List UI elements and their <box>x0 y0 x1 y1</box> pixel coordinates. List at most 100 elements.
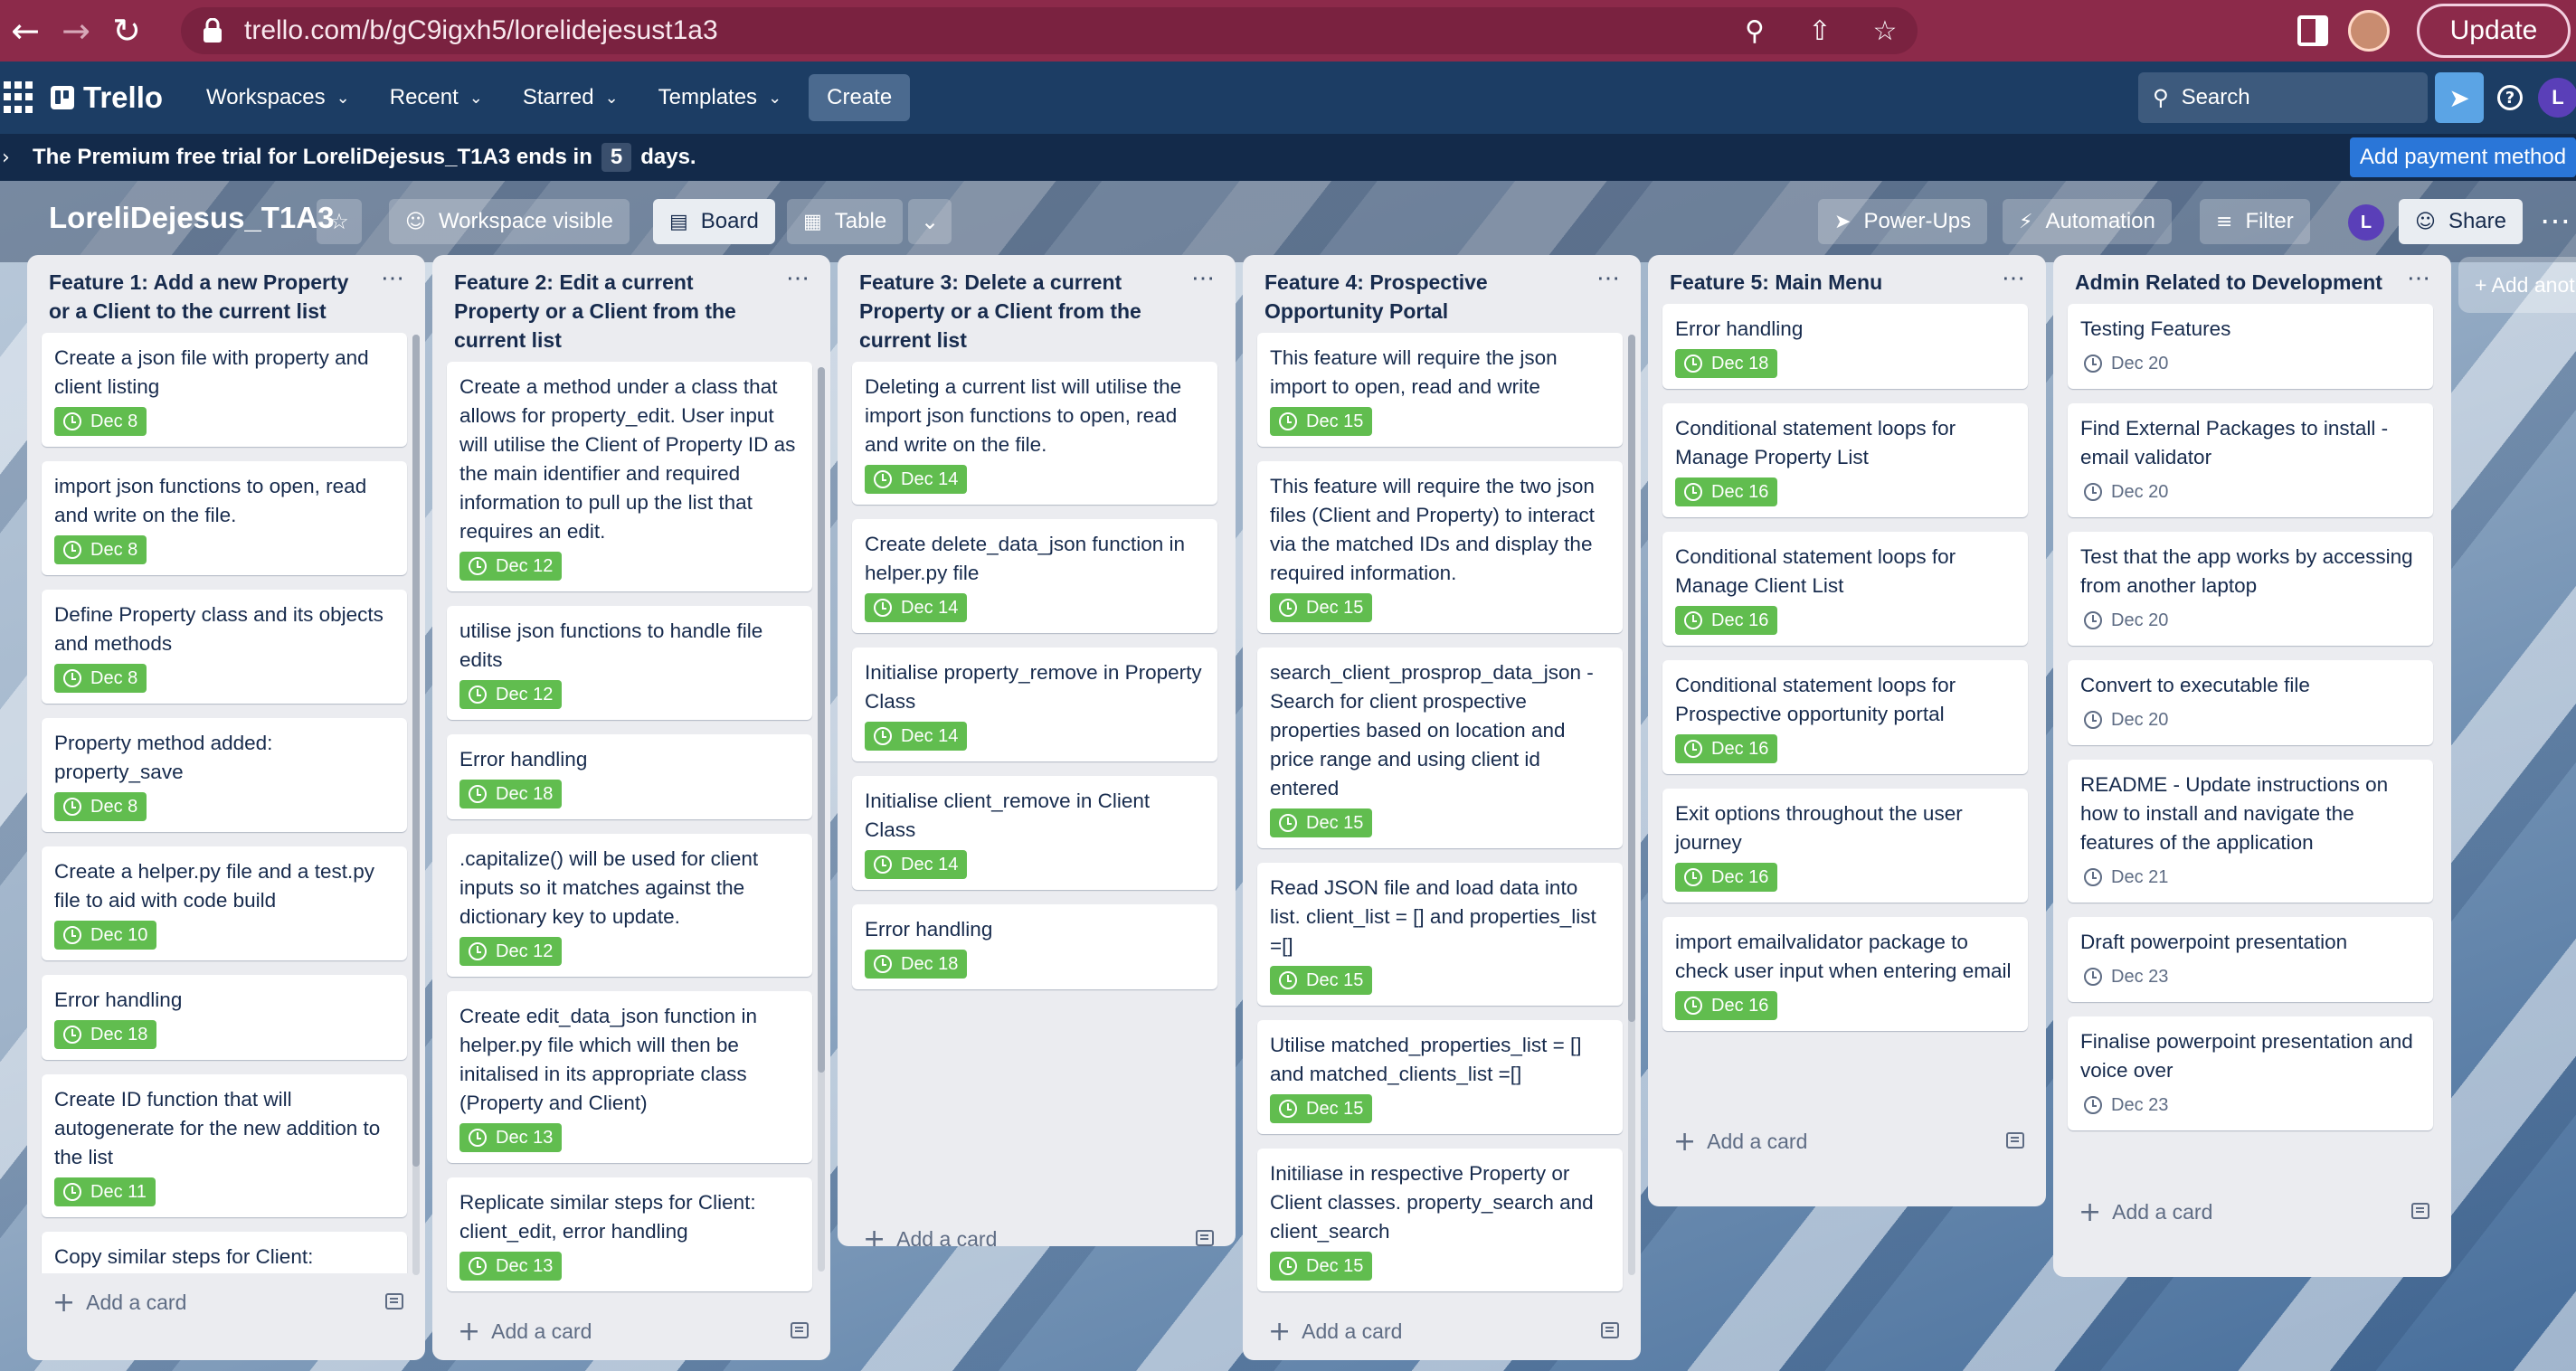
due-date-badge[interactable]: Dec 8 <box>54 792 147 821</box>
card[interactable]: utilise json functions to handle file ed… <box>447 606 812 720</box>
due-date-badge[interactable]: Dec 16 <box>1675 606 1778 635</box>
card[interactable]: Conditional statement loops for Manage P… <box>1662 403 2028 517</box>
card[interactable]: Create delete_data_json function in help… <box>852 519 1217 633</box>
menu-starred[interactable]: Starred ⌄ <box>503 74 639 121</box>
card[interactable]: Define Property class and its objects an… <box>42 590 407 704</box>
list-scrollbar[interactable] <box>1628 335 1635 1275</box>
due-date-badge[interactable]: Dec 16 <box>1675 863 1778 892</box>
board-title[interactable]: LoreliDejesus_T1A3 <box>49 201 334 235</box>
due-date-badge[interactable]: Dec 12 <box>459 680 563 709</box>
add-card-button[interactable]: + Add a card <box>2053 1183 2451 1241</box>
list-title[interactable]: Admin Related to Development <box>2075 268 2393 297</box>
browser-update-button[interactable]: Update <box>2417 4 2571 58</box>
list-title[interactable]: Feature 5: Main Menu <box>1670 268 1988 297</box>
card[interactable]: search_client_prosprop_data_json - Searc… <box>1257 648 1623 848</box>
card[interactable]: Create a helper.py file and a test.py fi… <box>42 846 407 960</box>
card[interactable]: Copy similar steps for Client: client_sa… <box>42 1232 407 1273</box>
due-date-badge[interactable]: Dec 8 <box>54 664 147 693</box>
card[interactable]: README - Update instructions on how to i… <box>2068 760 2433 903</box>
due-date-badge[interactable]: Dec 20 <box>2080 705 2177 734</box>
due-date-badge[interactable]: Dec 15 <box>1270 1252 1373 1281</box>
card[interactable]: Error handling Dec 18 <box>852 904 1217 989</box>
due-date-badge[interactable]: Dec 18 <box>459 780 563 808</box>
sidebar-toggle-icon[interactable] <box>2297 15 2328 46</box>
due-date-badge[interactable]: Dec 15 <box>1270 407 1373 436</box>
card-template-icon[interactable] <box>1196 1230 1214 1246</box>
menu-recent[interactable]: Recent ⌄ <box>370 74 503 121</box>
card[interactable]: Initiliase in respective Property or Cli… <box>1257 1149 1623 1291</box>
list-menu-icon[interactable]: ⋯ <box>786 264 810 292</box>
list-title[interactable]: Feature 4: Prospective Opportunity Porta… <box>1264 268 1583 326</box>
due-date-badge[interactable]: Dec 16 <box>1675 477 1778 506</box>
add-card-button[interactable]: + Add a card <box>838 1210 1236 1246</box>
forward-icon[interactable]: → <box>51 0 101 61</box>
add-card-button[interactable]: + Add a card <box>27 1273 425 1331</box>
due-date-badge[interactable]: Dec 15 <box>1270 1094 1373 1123</box>
search-input[interactable]: ⚲ Search <box>2138 72 2428 123</box>
card[interactable]: Create a method under a class that allow… <box>447 362 812 591</box>
share-page-icon[interactable]: ⇧ <box>1787 15 1852 47</box>
card[interactable]: Create a json file with property and cli… <box>42 333 407 447</box>
card[interactable]: Deleting a current list will utilise the… <box>852 362 1217 505</box>
address-bar[interactable]: trello.com/b/gC9igxh5/lorelidejesust1a3 … <box>181 7 1918 54</box>
due-date-badge[interactable]: Dec 18 <box>865 950 968 979</box>
card-template-icon[interactable] <box>385 1293 403 1310</box>
card[interactable]: Draft powerpoint presentation Dec 23 <box>2068 917 2433 1002</box>
due-date-badge[interactable]: Dec 20 <box>2080 477 2177 506</box>
board-member-avatar[interactable]: L <box>2348 204 2384 241</box>
list-scrollbar-thumb[interactable] <box>412 335 420 1167</box>
card-template-icon[interactable] <box>2006 1132 2024 1149</box>
back-icon[interactable]: ← <box>0 0 51 61</box>
card[interactable]: Initialise property_remove in Property C… <box>852 648 1217 761</box>
due-date-badge[interactable]: Dec 15 <box>1270 593 1373 622</box>
create-button[interactable]: Create <box>809 74 911 121</box>
account-avatar[interactable]: L <box>2538 78 2576 118</box>
list-scrollbar-thumb[interactable] <box>1628 335 1635 1022</box>
add-list-button[interactable]: + Add another list <box>2458 257 2576 313</box>
due-date-badge[interactable]: Dec 15 <box>1270 966 1373 995</box>
filter-button[interactable]: ≡ Filter <box>2200 199 2310 244</box>
zoom-icon[interactable]: ⚲ <box>1722 15 1787 47</box>
due-date-badge[interactable]: Dec 21 <box>2080 863 2177 892</box>
card[interactable]: Initialise client_remove in Client Class… <box>852 776 1217 890</box>
card-template-icon[interactable] <box>791 1322 809 1338</box>
card[interactable]: Create ID function that will autogenerat… <box>42 1074 407 1217</box>
more-views-chevron-icon[interactable]: ⌄ <box>908 199 952 244</box>
card[interactable]: import emailvalidator package to check u… <box>1662 917 2028 1031</box>
trello-logo[interactable]: Trello <box>51 80 163 115</box>
bookmark-star-icon[interactable]: ☆ <box>1852 15 1918 47</box>
due-date-badge[interactable]: Dec 13 <box>459 1252 563 1281</box>
card[interactable]: Conditional statement loops for Manage C… <box>1662 532 2028 646</box>
due-date-badge[interactable]: Dec 18 <box>1675 349 1778 378</box>
card[interactable]: Convert to executable file Dec 20 <box>2068 660 2433 745</box>
due-date-badge[interactable]: Dec 8 <box>54 407 147 436</box>
reload-icon[interactable]: ↻ <box>101 0 152 61</box>
due-date-badge[interactable]: Dec 16 <box>1675 991 1778 1020</box>
due-date-badge[interactable]: Dec 8 <box>54 535 147 564</box>
list-scrollbar-thumb[interactable] <box>818 367 825 1073</box>
list-title[interactable]: Feature 3: Delete a current Property or … <box>859 268 1178 355</box>
list-menu-icon[interactable]: ⋯ <box>1191 264 1216 292</box>
list-scrollbar[interactable] <box>412 335 420 1275</box>
workspace-visible-button[interactable]: ☺ Workspace visible <box>389 199 630 244</box>
card[interactable]: Read JSON file and load data into list. … <box>1257 863 1623 1006</box>
card[interactable]: Find External Packages to install - emai… <box>2068 403 2433 517</box>
add-payment-method-button[interactable]: Add payment method <box>2350 137 2576 177</box>
help-icon[interactable]: ? <box>2489 72 2531 123</box>
notifications-icon[interactable]: ➤ <box>2435 72 2484 123</box>
card[interactable]: Utilise matched_properties_list = [] and… <box>1257 1020 1623 1134</box>
due-date-badge[interactable]: Dec 16 <box>1675 734 1778 763</box>
card[interactable]: Create edit_data_json function in helper… <box>447 991 812 1163</box>
expand-sidebar-icon[interactable]: › <box>2 147 20 169</box>
browser-profile-avatar[interactable] <box>2348 10 2390 52</box>
list-title[interactable]: Feature 2: Edit a current Property or a … <box>454 268 772 355</box>
card-template-icon[interactable] <box>2411 1203 2429 1219</box>
list-scrollbar[interactable] <box>818 367 825 1272</box>
card[interactable]: Property method added: property_save Dec … <box>42 718 407 832</box>
due-date-badge[interactable]: Dec 10 <box>54 921 157 950</box>
list-menu-icon[interactable]: ⋯ <box>2407 264 2431 292</box>
card[interactable]: Error handling Dec 18 <box>42 975 407 1060</box>
due-date-badge[interactable]: Dec 23 <box>2080 1091 2177 1120</box>
due-date-badge[interactable]: Dec 13 <box>459 1123 563 1152</box>
due-date-badge[interactable]: Dec 20 <box>2080 349 2177 378</box>
